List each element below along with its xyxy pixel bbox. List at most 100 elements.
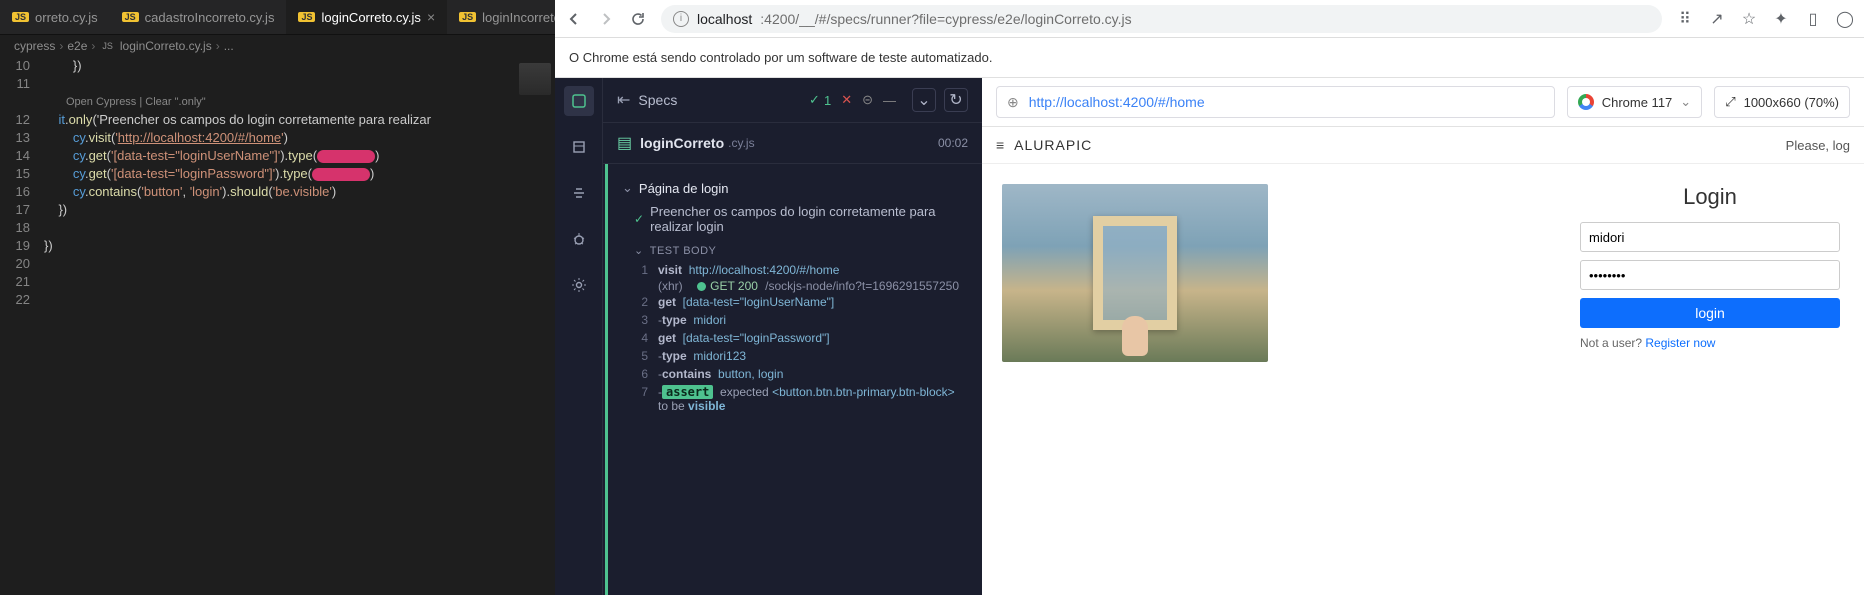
code-editor[interactable]: 10111213141516171819202122 })Open Cypres… xyxy=(0,57,555,595)
spec-ext: .cy.js xyxy=(728,136,754,150)
browser-actions: ⠿ ↗ ☆ ✦ ▯ ◯ xyxy=(1676,10,1854,28)
back-icon[interactable] xyxy=(565,10,583,28)
rerun-icon[interactable]: ↻ xyxy=(944,88,968,112)
breadcrumb-seg: ... xyxy=(224,39,234,53)
share-icon[interactable]: ↗ xyxy=(1708,10,1726,28)
forward-icon[interactable] xyxy=(597,10,615,28)
pass-count: ✓1 xyxy=(809,92,831,108)
chevron-right-icon: › xyxy=(216,39,220,53)
login-form: Login login Not a user? Register now xyxy=(1580,184,1840,575)
profile-icon[interactable]: ◯ xyxy=(1836,10,1854,28)
breadcrumb-seg: loginCorreto.cy.js xyxy=(120,39,212,53)
chevron-right-icon: › xyxy=(91,39,95,53)
rail-runs-icon[interactable] xyxy=(564,132,594,162)
spec-time: 00:02 xyxy=(938,136,968,150)
editor-pane: JS orreto.cy.js JS cadastroIncorreto.cy.… xyxy=(0,0,555,595)
tab-cadastro-correto[interactable]: JS orreto.cy.js xyxy=(0,0,110,34)
fail-count: ✕ xyxy=(841,92,852,108)
breadcrumb-seg: e2e xyxy=(67,39,87,53)
describe-title: Página de login xyxy=(639,181,729,196)
chevron-down-icon: ⌄ xyxy=(634,244,644,257)
translate-icon[interactable]: ⠿ xyxy=(1676,10,1694,28)
picture-frame-icon xyxy=(1093,216,1177,330)
chevron-right-icon: › xyxy=(59,39,63,53)
rail-bug-icon[interactable] xyxy=(564,224,594,254)
cypress-header: ⇤ Specs ✓1 ✕ ⊝ — ⌄ ↻ xyxy=(603,78,982,123)
target-icon: ⊕ xyxy=(1007,94,1019,111)
aut-url-chip[interactable]: ⊕ http://localhost:4200/#/home xyxy=(996,86,1555,118)
tab-label: orreto.cy.js xyxy=(35,10,98,25)
minimap[interactable] xyxy=(515,57,555,595)
browser-name: Chrome 117 xyxy=(1602,95,1673,110)
browser-pane: i localhost :4200/__/#/specs/runner?file=… xyxy=(555,0,1864,595)
aut-url: http://localhost:4200/#/home xyxy=(1029,94,1205,110)
chevron-down-icon: ⌄ xyxy=(622,180,633,196)
line-gutter: 10111213141516171819202122 xyxy=(0,57,44,595)
cypress-reporter: ⇤ Specs ✓1 ✕ ⊝ — ⌄ ↻ ▤ loginCorreto xyxy=(555,78,982,595)
brand-title: ALURAPIC xyxy=(1014,137,1092,153)
menu-icon[interactable]: ≡ xyxy=(996,137,1004,153)
username-input[interactable] xyxy=(1580,222,1840,252)
login-button[interactable]: login xyxy=(1580,298,1840,328)
cypress-rail xyxy=(555,78,603,595)
address-bar[interactable]: i localhost :4200/__/#/specs/runner?file=… xyxy=(661,5,1662,33)
code-lines[interactable]: })Open Cypress | Clear ".only" it.only('… xyxy=(44,57,515,595)
app-content: Login login Not a user? Register now xyxy=(982,164,1864,595)
star-icon[interactable]: ☆ xyxy=(1740,10,1758,28)
chevron-down-icon: ⌄ xyxy=(1680,94,1691,110)
test-body-label[interactable]: ⌄ TEST BODY xyxy=(620,238,970,261)
describe-row[interactable]: ⌄ Página de login xyxy=(620,176,970,200)
cypress-area: ⇤ Specs ✓1 ✕ ⊝ — ⌄ ↻ ▤ loginCorreto xyxy=(555,78,1864,595)
run-controls: ⌄ ↻ xyxy=(912,88,968,112)
check-icon: ✓ xyxy=(634,212,644,226)
js-badge-icon: JS xyxy=(12,12,29,22)
collapse-icon[interactable]: ⇤ xyxy=(617,90,630,110)
spec-name: loginCorreto xyxy=(640,135,724,151)
hand-icon xyxy=(1122,316,1148,356)
rail-debug-icon[interactable] xyxy=(564,178,594,208)
specs-label: Specs xyxy=(638,92,677,108)
login-title: Login xyxy=(1580,184,1840,210)
command-log[interactable]: ⌄ Página de login ✓ Preencher os campos … xyxy=(605,164,982,595)
reload-icon[interactable] xyxy=(629,10,647,28)
login-hint: Please, log xyxy=(1786,138,1850,153)
url-host: localhost xyxy=(697,11,752,27)
tab-label: cadastroIncorreto.cy.js xyxy=(145,10,275,25)
rail-settings-icon[interactable] xyxy=(564,270,594,300)
breadcrumb[interactable]: cypress › e2e › JS loginCorreto.cy.js › … xyxy=(0,35,555,57)
js-badge-icon: JS xyxy=(298,12,315,22)
it-title: Preencher os campos do login corretament… xyxy=(650,204,968,234)
url-path: :4200/__/#/specs/runner?file=cypress/e2e… xyxy=(760,11,1131,27)
file-icon: ▤ xyxy=(617,133,632,153)
spec-row[interactable]: ▤ loginCorreto .cy.js 00:02 xyxy=(603,123,982,164)
scale-icon: ⤢ xyxy=(1725,94,1735,110)
breadcrumb-seg: cypress xyxy=(14,39,55,53)
tab-cadastro-incorreto[interactable]: JS cadastroIncorreto.cy.js xyxy=(110,0,287,34)
chrome-icon xyxy=(1578,94,1594,110)
it-row[interactable]: ✓ Preencher os campos do login corretame… xyxy=(620,200,970,238)
chevron-down-icon[interactable]: ⌄ xyxy=(912,88,936,112)
log-list: 1visit http://localhost:4200/#/home(xhr)… xyxy=(620,261,970,415)
site-info-icon[interactable]: i xyxy=(673,11,689,27)
app-header: ≡ ALURAPIC Please, log xyxy=(982,127,1864,164)
js-badge-icon: JS xyxy=(122,12,139,22)
pending-count: ⊝ xyxy=(862,92,873,108)
tab-login-correto[interactable]: JS loginCorreto.cy.js × xyxy=(286,0,447,34)
js-badge-icon: JS xyxy=(459,12,476,22)
extensions-icon[interactable]: ✦ xyxy=(1772,10,1790,28)
tab-label: loginCorreto.cy.js xyxy=(321,10,420,25)
hero-image xyxy=(1002,184,1268,362)
editor-tabs: JS orreto.cy.js JS cadastroIncorreto.cy.… xyxy=(0,0,555,35)
close-icon[interactable]: × xyxy=(427,9,435,25)
viewport-chip[interactable]: ⤢ 1000x660 (70%) xyxy=(1714,86,1850,118)
app-preview: ⊕ http://localhost:4200/#/home Chrome 11… xyxy=(982,78,1864,595)
run-stats: ✓1 ✕ ⊝ — xyxy=(809,92,896,108)
browser-select[interactable]: Chrome 117 ⌄ xyxy=(1567,86,1702,118)
browser-toolbar: i localhost :4200/__/#/specs/runner?file=… xyxy=(555,0,1864,38)
password-input[interactable] xyxy=(1580,260,1840,290)
sidepanel-icon[interactable]: ▯ xyxy=(1804,10,1822,28)
rail-specs-icon[interactable] xyxy=(564,86,594,116)
viewport-label: 1000x660 (70%) xyxy=(1744,95,1839,110)
register-link[interactable]: Register now xyxy=(1645,336,1715,350)
automation-banner: O Chrome está sendo controlado por um so… xyxy=(555,38,1864,78)
